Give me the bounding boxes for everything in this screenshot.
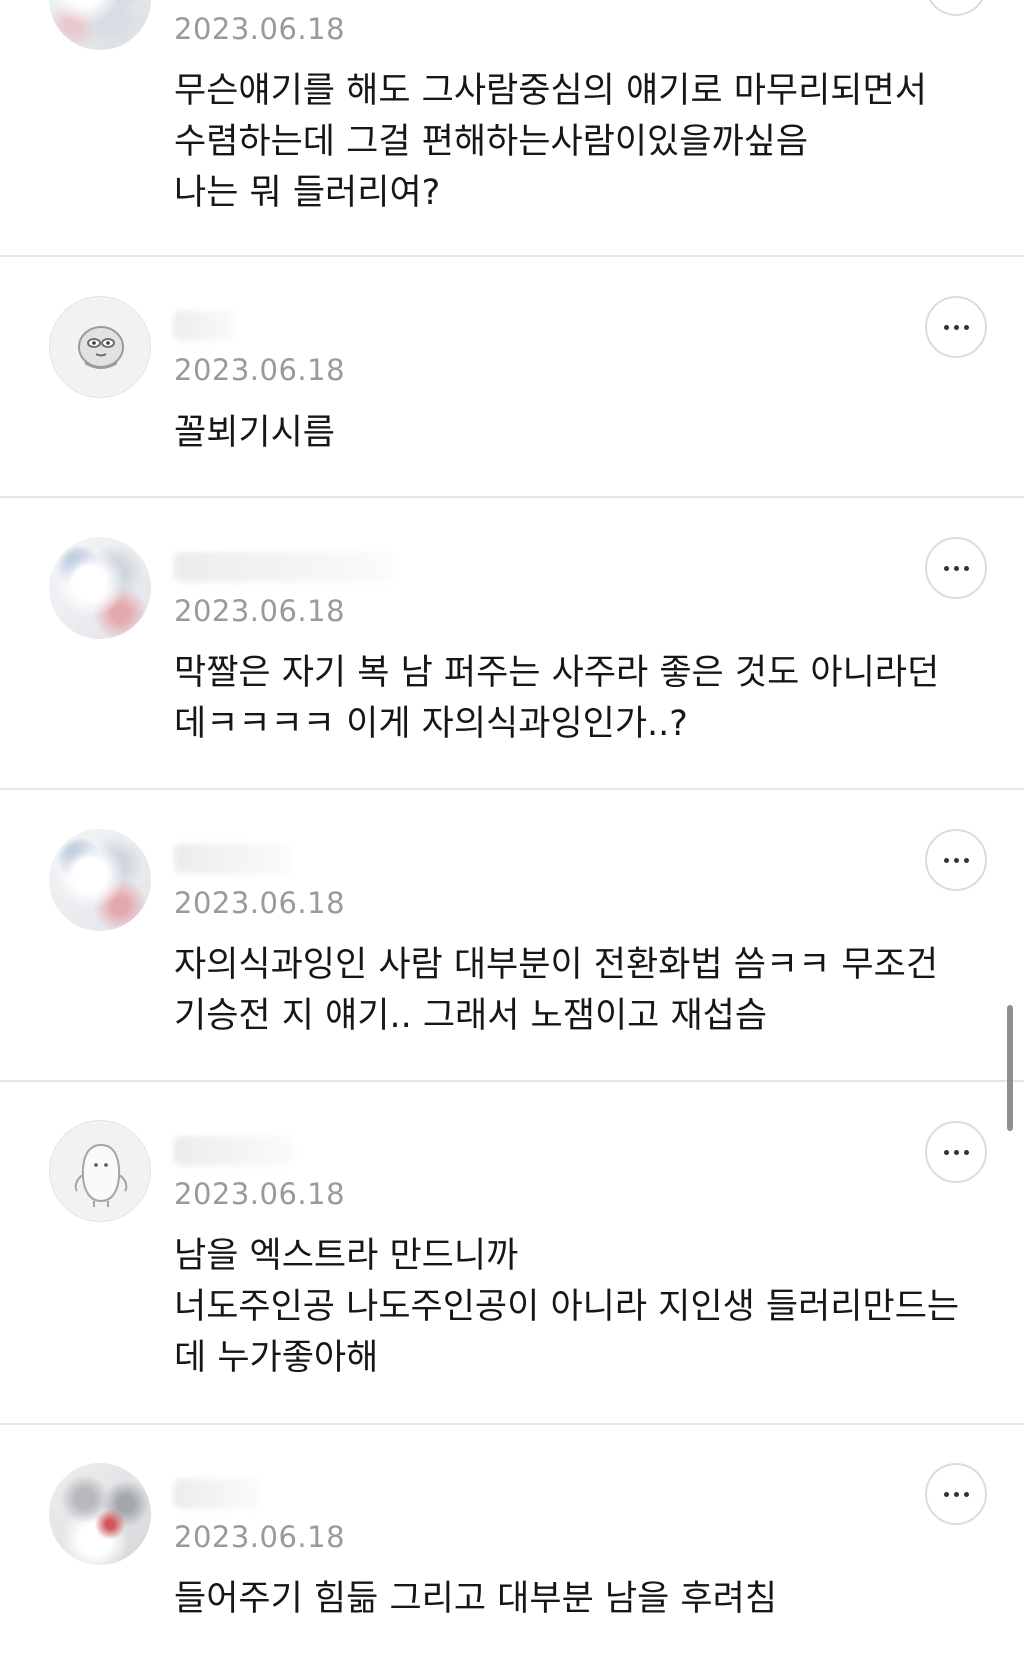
nickname-blurred <box>174 552 394 582</box>
nickname-blurred <box>174 1136 294 1166</box>
more-horizontal-icon <box>943 1491 949 1497</box>
more-options-button[interactable] <box>925 537 987 599</box>
comment-text: 막짤은 자기 복 남 퍼주는 사주라 좋은 것도 아니라던 데ㅋㅋㅋㅋ 이게 자… <box>174 653 940 744</box>
comment-text: 무슨얘기를 해도 그사람중심의 얘기로 마무리되면서 수렴하는데 그걸 편해하는… <box>174 71 927 213</box>
comment-date: 2023.06.18 <box>174 353 346 387</box>
more-horizontal-icon <box>943 857 949 863</box>
more-options-button[interactable] <box>925 1463 987 1525</box>
avatar[interactable] <box>49 0 151 50</box>
more-horizontal-icon <box>943 565 949 571</box>
comment-text: 자의식과잉인 사람 대부분이 전환화법 씀ㅋㅋ 무조건 기승전 지 얘기.. 그… <box>174 945 939 1036</box>
avatar[interactable] <box>49 1463 151 1565</box>
nickname-blurred <box>174 844 292 874</box>
avatar[interactable] <box>49 829 151 931</box>
comment-date: 2023.06.18 <box>174 886 346 920</box>
more-options-button[interactable] <box>925 0 987 16</box>
comment-divider <box>0 1423 1024 1425</box>
nickname-blurred <box>174 1479 260 1509</box>
comment-text: 들어주기 힘듦 그리고 대부분 남을 후려침 <box>174 1579 778 1619</box>
avatar[interactable] <box>49 537 151 639</box>
comment-date: 2023.06.18 <box>174 1520 346 1554</box>
nickname-blurred <box>174 311 236 341</box>
comment-divider <box>0 255 1024 257</box>
comment-date: 2023.06.18 <box>174 12 346 46</box>
comment-divider <box>0 496 1024 498</box>
scrollbar[interactable] <box>1007 1005 1013 1131</box>
comment-divider <box>0 788 1024 790</box>
more-options-button[interactable] <box>925 1121 987 1183</box>
character-avatar-icon <box>74 1143 128 1207</box>
comment-date: 2023.06.18 <box>174 1177 346 1211</box>
character-avatar-icon <box>78 326 124 369</box>
more-horizontal-icon <box>943 1149 949 1155</box>
more-horizontal-icon <box>943 324 949 330</box>
avatar[interactable] <box>49 1120 151 1222</box>
comment-date: 2023.06.18 <box>174 594 346 628</box>
comment-divider <box>0 1080 1024 1082</box>
avatar[interactable] <box>49 296 151 398</box>
more-options-button[interactable] <box>925 829 987 891</box>
comment-text: 꼴뵈기시름 <box>174 413 336 453</box>
comment-text: 남을 엑스트라 만드니까 너도주인공 나도주인공이 아니라 지인생 들러리만드는… <box>174 1236 960 1378</box>
more-options-button[interactable] <box>925 296 987 358</box>
